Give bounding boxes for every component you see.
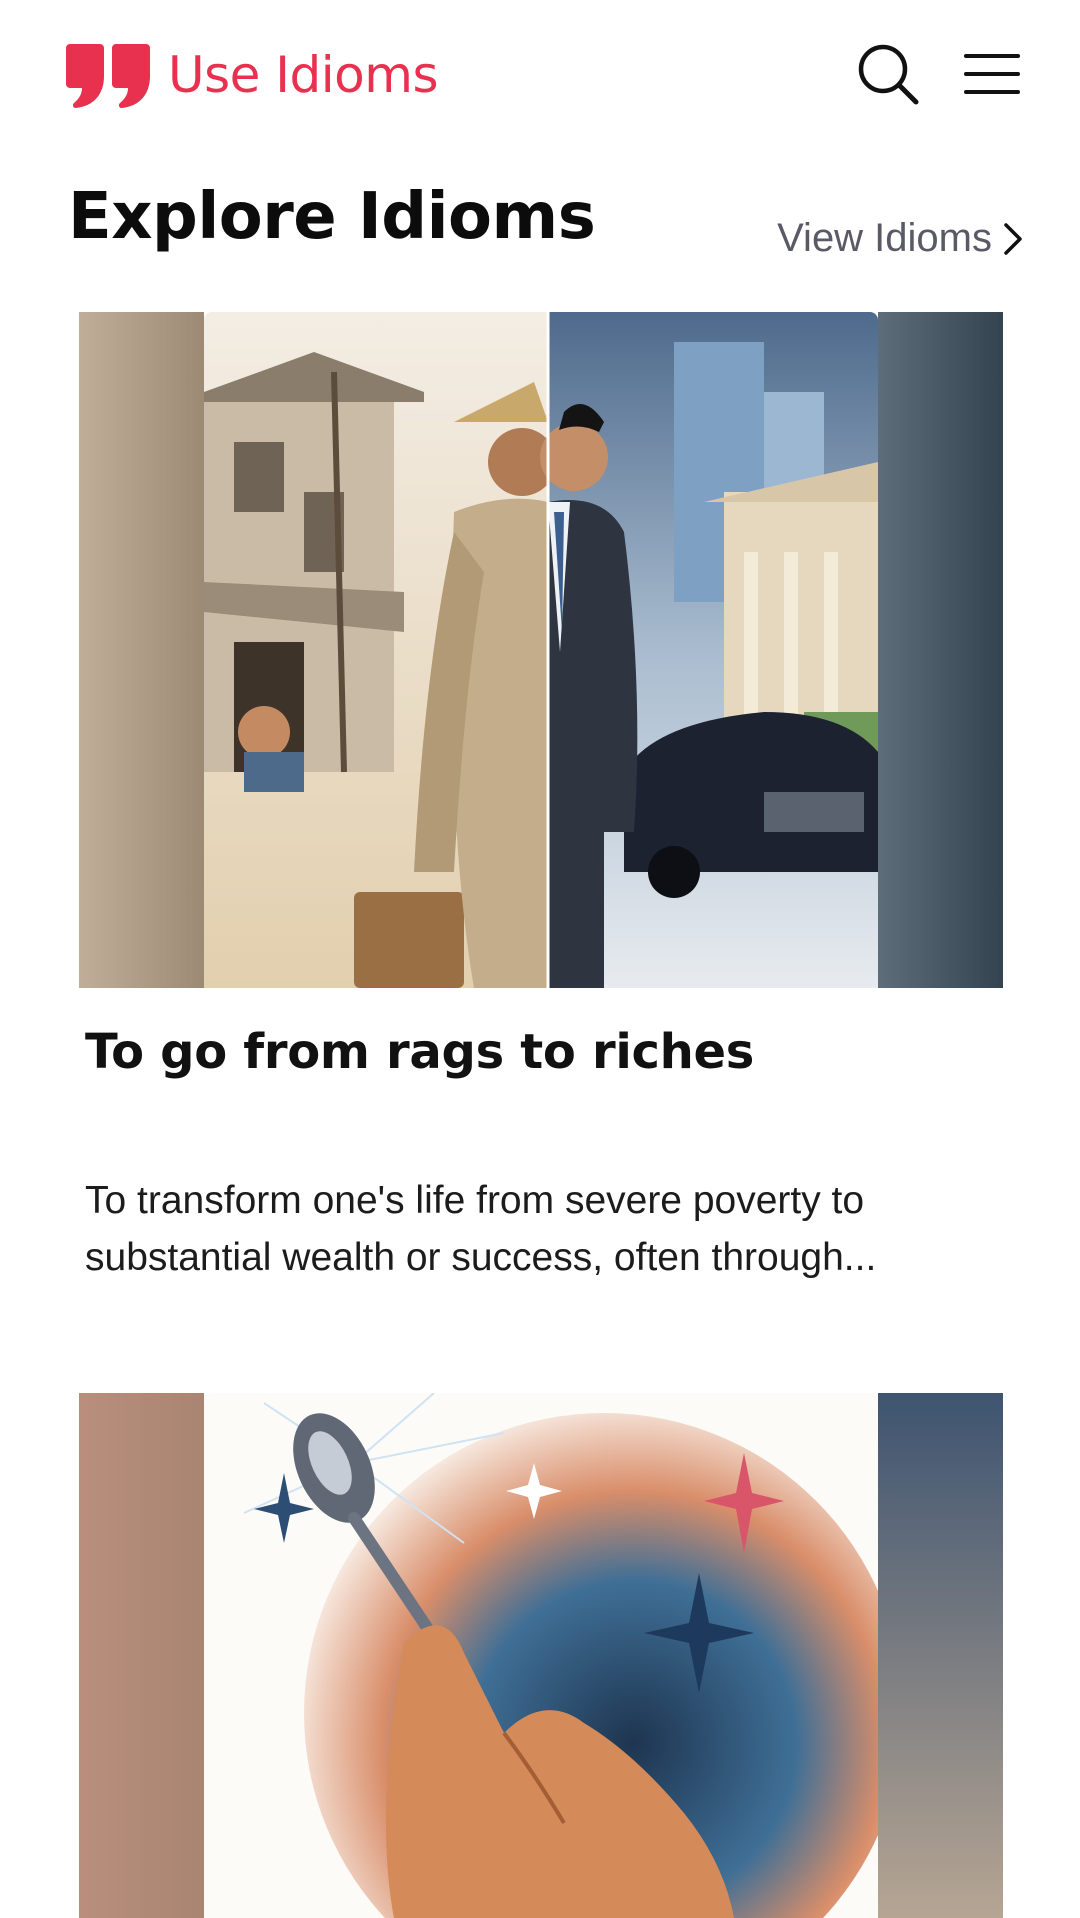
menu-button[interactable]	[958, 42, 1022, 106]
section-title: Explore Idioms	[68, 180, 596, 254]
idiom-description: To transform one's life from severe pove…	[85, 1179, 877, 1279]
idiom-card[interactable]	[79, 1393, 1003, 1918]
search-button[interactable]	[856, 42, 920, 106]
idiom-card[interactable]: To go from rags to riches To transform o…	[79, 312, 1003, 1279]
idiom-image-rags-to-riches[interactable]	[79, 312, 1003, 988]
rags-to-riches-illustration	[204, 312, 878, 988]
chevron-right-icon	[1004, 222, 1022, 255]
site-header: Use Idioms	[0, 0, 1080, 150]
brand-name: Use Idioms	[168, 46, 439, 104]
silver-spoon-illustration	[204, 1393, 878, 1918]
site-logo[interactable]: Use Idioms	[62, 42, 439, 108]
view-idioms-label: View Idioms	[777, 216, 992, 260]
quote-logo-icon	[66, 44, 150, 108]
search-icon	[858, 44, 919, 105]
idiom-title[interactable]: To go from rags to riches	[85, 1024, 754, 1080]
view-idioms-link[interactable]: View Idioms	[777, 216, 1024, 261]
idiom-image-silver-spoon[interactable]	[79, 1393, 1003, 1918]
hamburger-menu-icon	[964, 54, 1020, 94]
explore-section-header: Explore Idioms View Idioms	[68, 180, 1024, 270]
